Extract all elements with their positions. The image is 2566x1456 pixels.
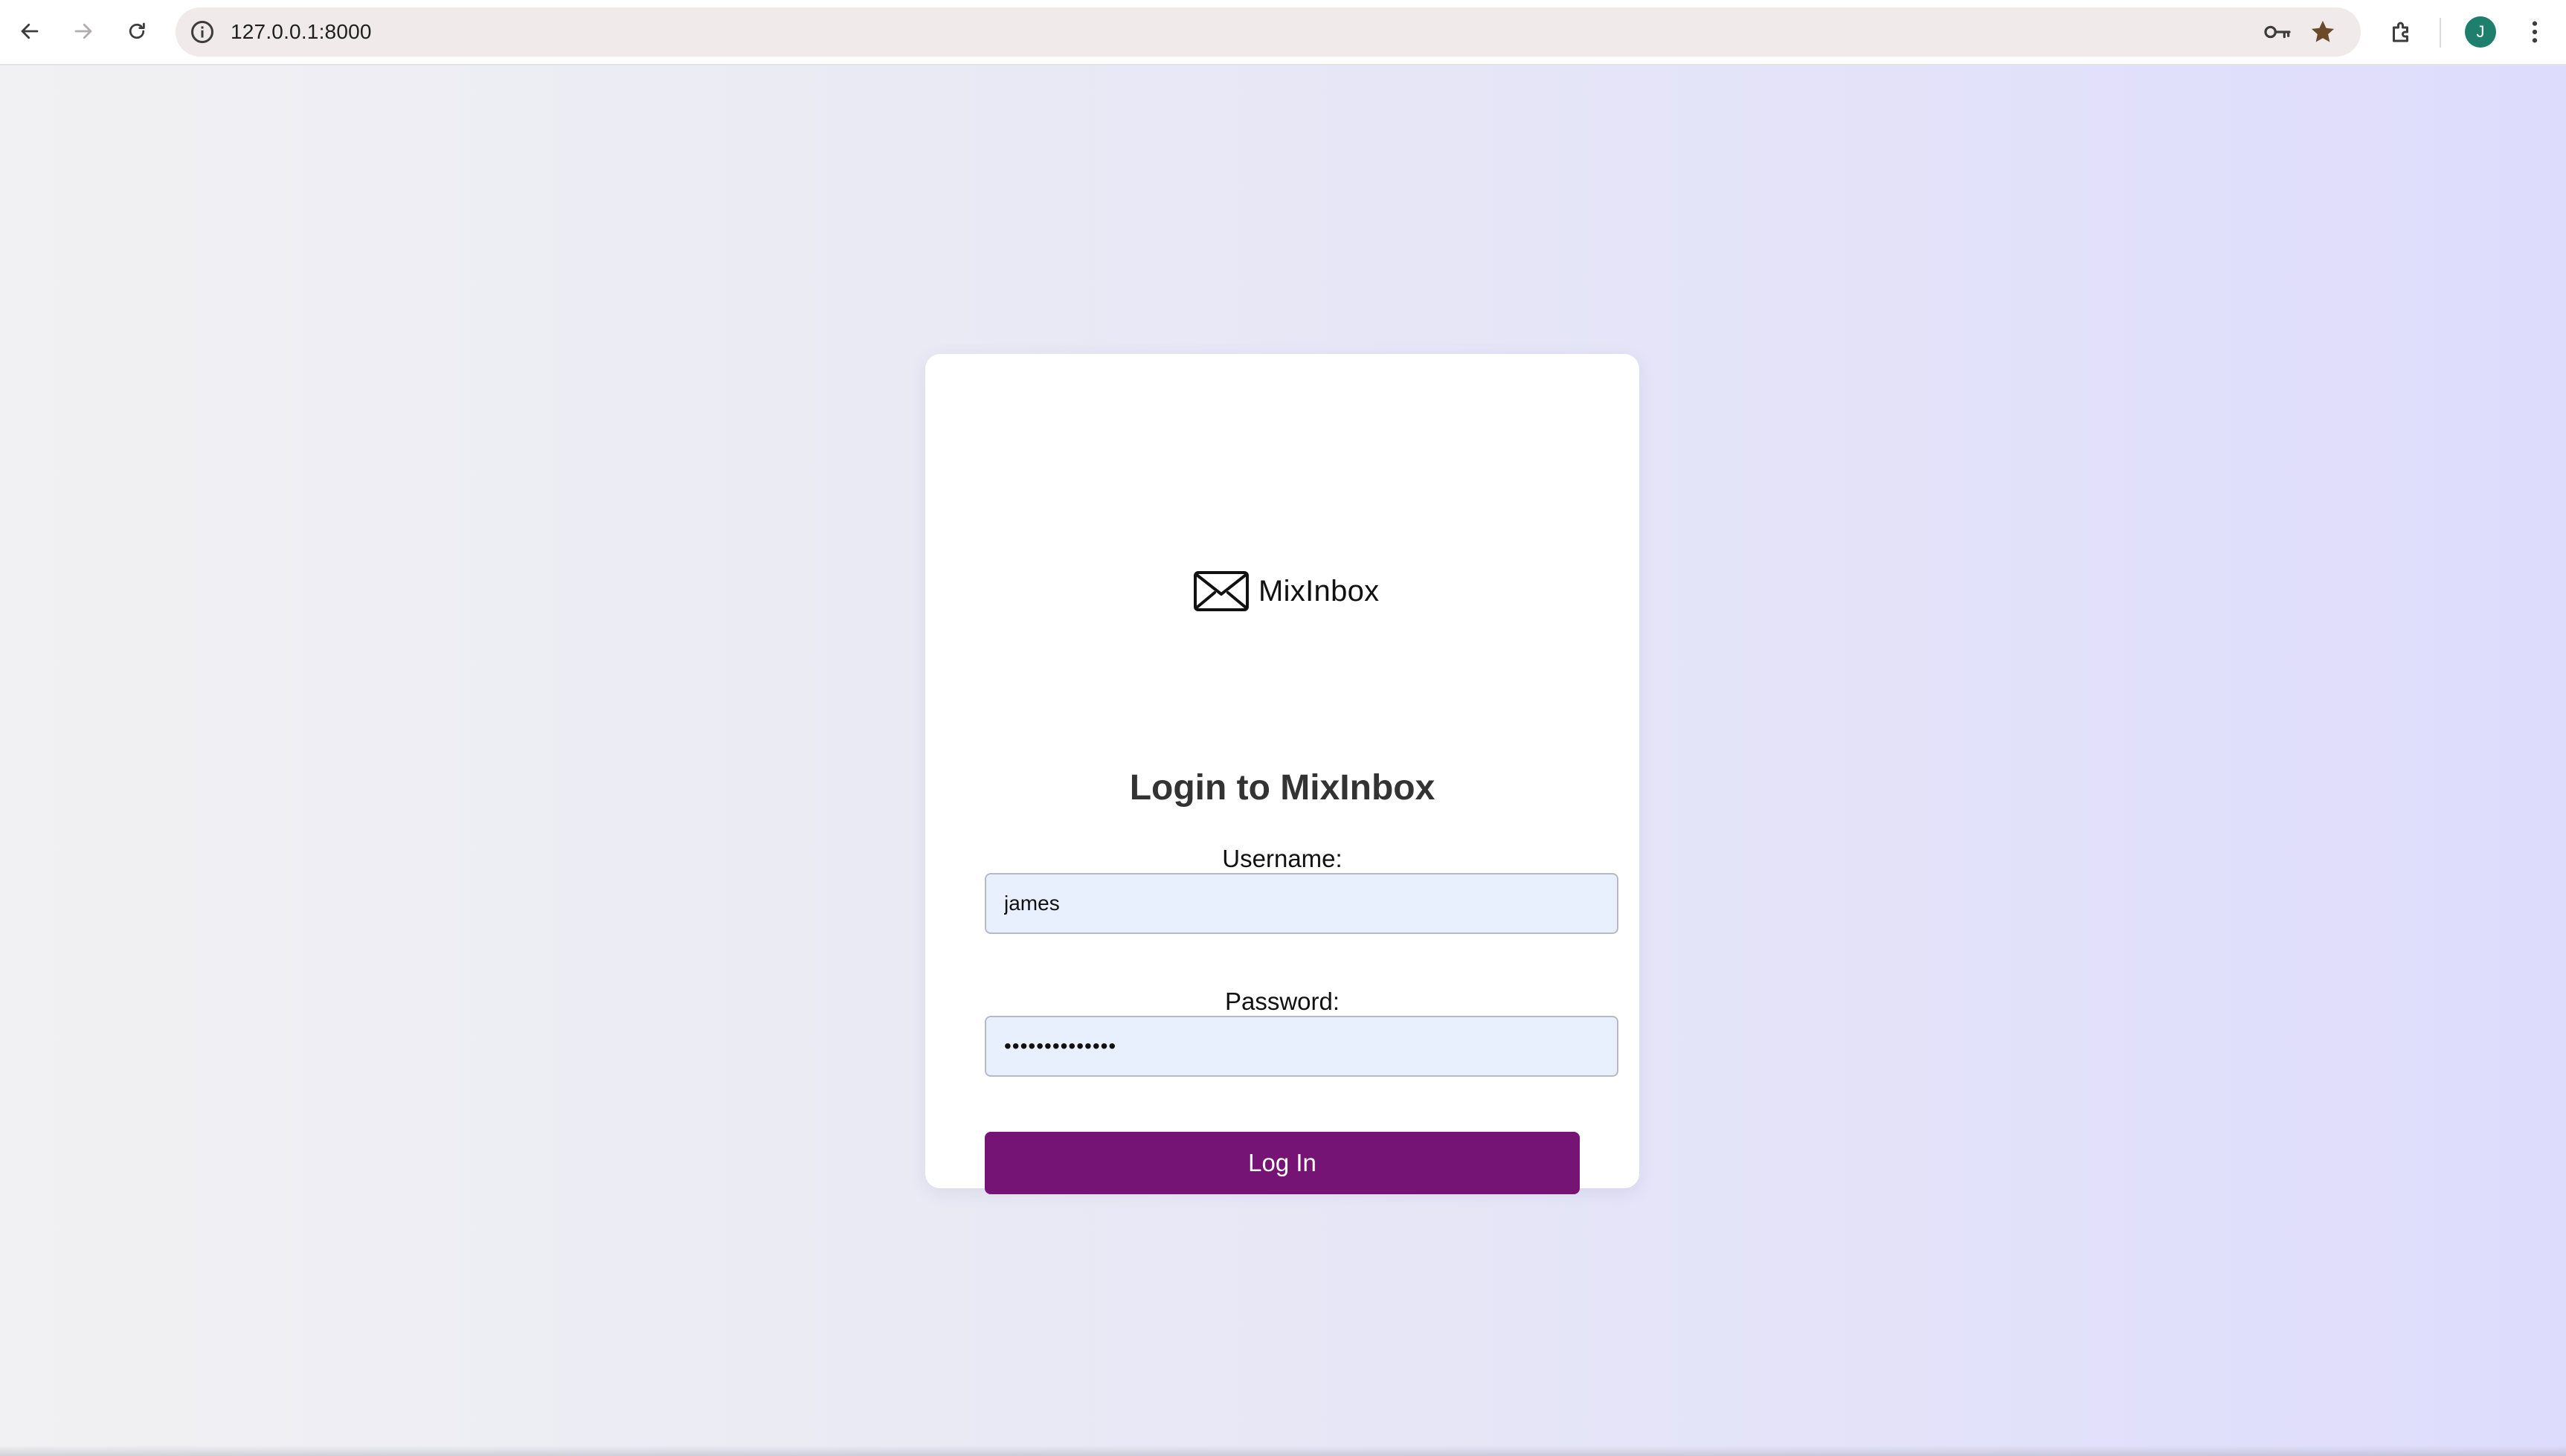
back-button[interactable]	[12, 13, 48, 49]
browser-menu-button[interactable]	[2520, 13, 2550, 51]
page-title: Login to MixInbox	[1129, 768, 1435, 808]
login-button[interactable]: Log In	[985, 1132, 1580, 1194]
login-card: MixInbox Login to MixInbox Username: Pas…	[925, 354, 1639, 1194]
username-input[interactable]	[985, 873, 1618, 934]
brand-name: MixInbox	[1258, 574, 1380, 608]
key-icon[interactable]	[2263, 20, 2292, 44]
reload-button[interactable]	[119, 13, 155, 49]
envelope-icon	[1194, 571, 1249, 611]
address-bar[interactable]: 127.0.0.1:8000	[176, 7, 2361, 57]
url-text[interactable]: 127.0.0.1:8000	[231, 7, 372, 57]
star-icon[interactable]	[2309, 18, 2337, 46]
brand-logo: MixInbox	[1193, 567, 1379, 616]
browser-toolbar: 127.0.0.1:8000 J	[0, 0, 2566, 65]
password-input[interactable]	[985, 1016, 1618, 1077]
arrow-right-icon	[74, 23, 92, 39]
kebab-menu-icon	[2532, 21, 2538, 43]
window-bottom-shadow	[0, 1446, 2566, 1456]
puzzle-icon	[2393, 22, 2408, 42]
forward-button[interactable]	[65, 13, 101, 49]
toolbar-divider	[2440, 18, 2441, 48]
reload-icon	[129, 22, 145, 39]
extensions-button[interactable]	[2383, 13, 2420, 51]
page-viewport: MixInbox Login to MixInbox Username: Pas…	[0, 65, 2566, 1456]
arrow-left-icon	[21, 23, 39, 39]
info-icon[interactable]	[189, 19, 216, 45]
profile-avatar[interactable]: J	[2465, 16, 2496, 48]
password-label: Password:	[1224, 988, 1340, 1015]
username-label: Username:	[1222, 845, 1343, 872]
